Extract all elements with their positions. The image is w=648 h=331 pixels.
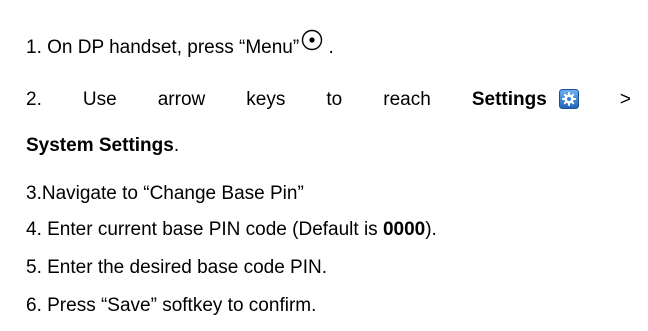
- step-4-pre: 4. Enter current base PIN code (Default …: [26, 219, 383, 240]
- step-6: 6. Press “Save” softkey to confirm.: [26, 295, 317, 316]
- step-2-word: keys: [246, 89, 286, 110]
- step-2-end: .: [173, 135, 180, 156]
- step-4: 4. Enter current base PIN code (Default …: [26, 219, 437, 241]
- settings-gear-icon: [558, 89, 579, 109]
- settings-group: Settings: [472, 89, 579, 111]
- step-2-word: 2.: [26, 89, 42, 110]
- step-1: 1. On DP handset, press “Menu” .: [26, 29, 334, 59]
- step-2-word: Use: [82, 89, 117, 110]
- step-2-word: reach: [383, 89, 431, 110]
- system-settings-label: System Settings: [26, 135, 174, 156]
- step-4-post: ).: [425, 219, 437, 240]
- step-2-line-2: System Settings.: [26, 135, 179, 157]
- default-pin: 0000: [382, 219, 426, 240]
- settings-label: Settings: [471, 89, 547, 110]
- step-3: 3.Navigate to “Change Base Pin”: [26, 183, 304, 204]
- step-2-word: to: [326, 89, 343, 110]
- step-1-tail: .: [323, 37, 334, 58]
- step-5: 5. Enter the desired base code PIN.: [26, 257, 328, 278]
- breadcrumb-separator: >: [619, 89, 631, 110]
- step-2-word: arrow: [157, 89, 206, 110]
- menu-button-icon: [301, 29, 323, 51]
- step-2-line-1: 2. Use arrow keys to reach Settings >: [26, 89, 631, 111]
- step-1-text: 1. On DP handset, press “Menu”: [26, 37, 300, 58]
